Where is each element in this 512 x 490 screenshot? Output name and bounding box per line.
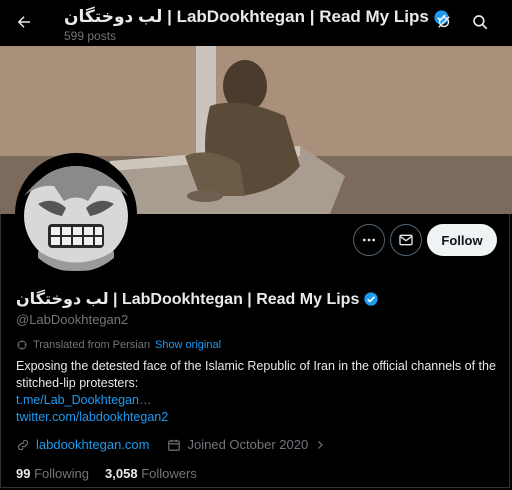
followers-count: 3,058 <box>105 466 138 481</box>
link-icon <box>17 439 29 450</box>
following-label: Following <box>34 466 90 481</box>
joined-date: Joined October 2020 <box>187 437 309 452</box>
avatar-image <box>18 156 134 272</box>
bio-link-twitter[interactable]: twitter.com/labdookhtegan2 <box>16 410 168 424</box>
show-original-link[interactable]: Show original <box>155 339 221 351</box>
envelope-icon <box>399 234 413 246</box>
translate-icon <box>17 340 27 350</box>
translated-label: Translated from Persian <box>33 339 150 351</box>
bio-link-telegram[interactable]: t.me/Lab_Dookhtegan… <box>16 393 152 407</box>
followers-link[interactable]: 3,058 Followers <box>105 466 197 481</box>
website-link[interactable]: labdookhtegan.com <box>36 437 149 452</box>
back-button[interactable] <box>10 8 38 36</box>
message-button[interactable] <box>390 224 422 256</box>
verified-badge-icon[interactable] <box>363 291 379 307</box>
posts-count: 599 posts <box>64 29 117 43</box>
following-count: 99 <box>16 466 31 481</box>
user-handle: @LabDookhtegan2 <box>16 312 129 327</box>
profile-bio: Exposing the detested face of the Islami… <box>16 359 496 390</box>
follow-stats: 99 Following 3,058 Followers <box>16 466 197 481</box>
followers-label: Followers <box>141 466 197 481</box>
display-name-text: لب دوختگان | LabDookhtegan | Read My Lip… <box>16 291 360 308</box>
page-title: لب دوختگان | LabDookhtegan | Read My Lip… <box>64 7 450 27</box>
arrow-left-icon <box>17 16 30 28</box>
search-button[interactable] <box>468 10 492 34</box>
profile-meta: labdookhtegan.com Joined October 2020 <box>16 437 326 452</box>
top-bar: لب دوختگان | LabDookhtegan | Read My Lip… <box>0 0 512 46</box>
profile-avatar[interactable] <box>15 153 137 275</box>
notifications-button[interactable] <box>432 10 456 34</box>
more-button[interactable] <box>353 224 385 256</box>
translation-notice: Translated from Persian Show original <box>16 339 221 351</box>
calendar-icon <box>168 439 181 451</box>
search-icon <box>473 15 488 30</box>
more-icon <box>363 238 375 242</box>
bell-off-icon <box>438 16 450 28</box>
follow-button[interactable]: Follow <box>427 224 497 256</box>
chevron-right-icon[interactable] <box>314 439 326 451</box>
display-name: لب دوختگان | LabDookhtegan | Read My Lip… <box>16 289 379 309</box>
page-title-text: لب دوختگان | LabDookhtegan | Read My Lip… <box>64 7 429 26</box>
following-link[interactable]: 99 Following <box>16 466 89 481</box>
